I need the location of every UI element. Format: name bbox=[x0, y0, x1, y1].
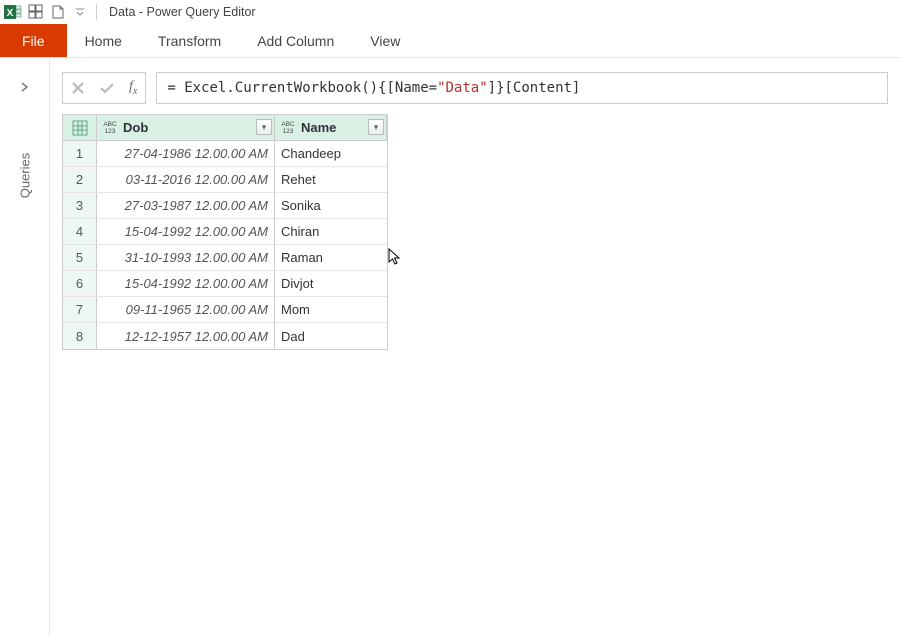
main-area: fx = Excel.CurrentWorkbook(){[Name="Data… bbox=[50, 58, 900, 636]
row-number[interactable]: 6 bbox=[63, 271, 97, 296]
row-number[interactable]: 2 bbox=[63, 167, 97, 192]
type-any-icon: ABC 123 bbox=[279, 121, 297, 135]
filter-dropdown-icon[interactable]: ▾ bbox=[368, 119, 384, 135]
cell-name[interactable]: Dad bbox=[275, 323, 387, 349]
type-any-icon: ABC 123 bbox=[101, 121, 119, 135]
cell-dob[interactable]: 09-11-1965 12.00.00 AM bbox=[97, 297, 275, 322]
ribbon: File Home Transform Add Column View bbox=[0, 24, 900, 58]
row-number[interactable]: 3 bbox=[63, 193, 97, 218]
cancel-icon[interactable] bbox=[71, 81, 85, 95]
queries-label: Queries bbox=[17, 153, 32, 199]
qat-dropdown-icon[interactable] bbox=[72, 4, 88, 20]
cell-dob[interactable]: 27-04-1986 12.00.00 AM bbox=[97, 141, 275, 166]
column-name: Dob bbox=[123, 120, 148, 135]
workarea: Queries fx = Excel.CurrentWorkbook(){[Na… bbox=[0, 58, 900, 636]
qat-icon-2[interactable] bbox=[50, 4, 66, 20]
title-bar: X Data - Power Query Editor bbox=[0, 0, 900, 24]
cell-dob[interactable]: 31-10-1993 12.00.00 AM bbox=[97, 245, 275, 270]
qat-icon-1[interactable] bbox=[28, 4, 44, 20]
formula-controls: fx bbox=[62, 72, 146, 104]
cell-name[interactable]: Chandeep bbox=[275, 141, 387, 166]
cell-name[interactable]: Raman bbox=[275, 245, 387, 270]
cell-dob[interactable]: 15-04-1992 12.00.00 AM bbox=[97, 219, 275, 244]
table-row[interactable]: 415-04-1992 12.00.00 AMChiran bbox=[63, 219, 387, 245]
tab-home[interactable]: Home bbox=[67, 24, 140, 57]
table-row[interactable]: 615-04-1992 12.00.00 AMDivjot bbox=[63, 271, 387, 297]
tab-file[interactable]: File bbox=[0, 24, 67, 57]
table-row[interactable]: 709-11-1965 12.00.00 AMMom bbox=[63, 297, 387, 323]
fx-icon[interactable]: fx bbox=[129, 79, 137, 97]
cell-dob[interactable]: 15-04-1992 12.00.00 AM bbox=[97, 271, 275, 296]
formula-input[interactable]: = Excel.CurrentWorkbook(){[Name="Data"]}… bbox=[156, 72, 888, 104]
table-row[interactable]: 127-04-1986 12.00.00 AMChandeep bbox=[63, 141, 387, 167]
row-number[interactable]: 1 bbox=[63, 141, 97, 166]
row-number[interactable]: 8 bbox=[63, 323, 97, 349]
select-all[interactable] bbox=[63, 115, 97, 140]
column-header-dob[interactable]: ABC 123 Dob ▾ bbox=[97, 115, 275, 140]
table-row[interactable]: 531-10-1993 12.00.00 AMRaman bbox=[63, 245, 387, 271]
filter-dropdown-icon[interactable]: ▾ bbox=[256, 119, 272, 135]
cell-dob[interactable]: 03-11-2016 12.00.00 AM bbox=[97, 167, 275, 192]
header-row: ABC 123 Dob ▾ ABC 123 Name ▾ bbox=[63, 115, 387, 141]
cell-dob[interactable]: 27-03-1987 12.00.00 AM bbox=[97, 193, 275, 218]
formula-text-prefix: = Excel.CurrentWorkbook(){[Name= bbox=[167, 80, 437, 96]
cell-name[interactable]: Rehet bbox=[275, 167, 387, 192]
formula-text-literal: "Data" bbox=[437, 80, 488, 96]
cell-name[interactable]: Chiran bbox=[275, 219, 387, 244]
data-grid: ABC 123 Dob ▾ ABC 123 Name ▾ 127-04-1986… bbox=[62, 114, 388, 350]
tab-view[interactable]: View bbox=[352, 24, 418, 57]
formula-bar-row: fx = Excel.CurrentWorkbook(){[Name="Data… bbox=[62, 72, 888, 104]
window-title: Data - Power Query Editor bbox=[109, 5, 256, 19]
cell-name[interactable]: Mom bbox=[275, 297, 387, 322]
row-number[interactable]: 5 bbox=[63, 245, 97, 270]
column-name: Name bbox=[301, 120, 336, 135]
cell-name[interactable]: Divjot bbox=[275, 271, 387, 296]
column-header-name[interactable]: ABC 123 Name ▾ bbox=[275, 115, 387, 140]
excel-icon: X bbox=[4, 3, 22, 21]
table-row[interactable]: 327-03-1987 12.00.00 AMSonika bbox=[63, 193, 387, 219]
formula-text-suffix: ]}[Content] bbox=[488, 80, 581, 96]
tab-add-column[interactable]: Add Column bbox=[239, 24, 352, 57]
table-row[interactable]: 812-12-1957 12.00.00 AMDad bbox=[63, 323, 387, 349]
row-number[interactable]: 4 bbox=[63, 219, 97, 244]
cell-name[interactable]: Sonika bbox=[275, 193, 387, 218]
queries-pane[interactable]: Queries bbox=[0, 58, 50, 636]
expand-pane-icon[interactable] bbox=[18, 80, 32, 97]
cell-dob[interactable]: 12-12-1957 12.00.00 AM bbox=[97, 323, 275, 349]
svg-text:X: X bbox=[7, 8, 14, 19]
tab-transform[interactable]: Transform bbox=[140, 24, 239, 57]
table-row[interactable]: 203-11-2016 12.00.00 AMRehet bbox=[63, 167, 387, 193]
confirm-icon[interactable] bbox=[99, 81, 115, 95]
separator bbox=[96, 4, 97, 20]
row-number[interactable]: 7 bbox=[63, 297, 97, 322]
